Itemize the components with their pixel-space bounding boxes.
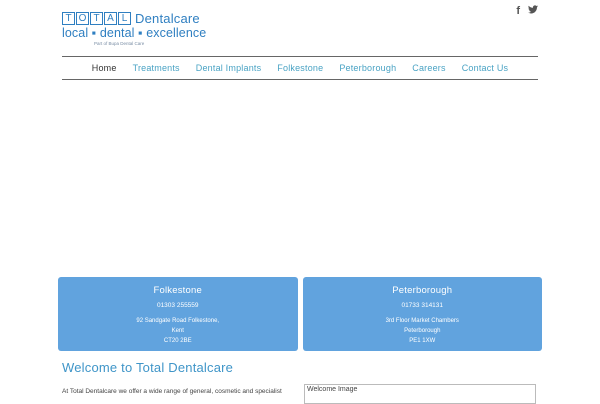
location-phone[interactable]: 01733 314131 xyxy=(303,302,543,309)
nav-contact-us[interactable]: Contact Us xyxy=(454,63,517,73)
location-title: Folkestone xyxy=(153,285,202,296)
nav-dental-implants[interactable]: Dental Implants xyxy=(188,63,270,73)
nav-treatments[interactable]: Treatments xyxy=(125,63,188,73)
logo-letter: L xyxy=(118,11,131,25)
logo-letter: T xyxy=(62,11,75,25)
welcome-intro-text: At Total Dentalcare we offer a wide rang… xyxy=(62,388,282,395)
nav-careers[interactable]: Careers xyxy=(404,63,453,73)
logo-letter: A xyxy=(104,11,117,25)
site-logo[interactable]: T O T A L Dentalcare local ▪ dental ▪ ex… xyxy=(62,11,207,47)
location-title: Peterborough xyxy=(392,285,453,296)
location-cards: Folkestone 01303 255559 92 Sandgate Road… xyxy=(58,277,542,351)
address-line: Peterborough xyxy=(404,328,441,334)
location-card-peterborough[interactable]: Peterborough 01733 314131 3rd Floor Mark… xyxy=(302,277,543,351)
address-line: 92 Sandgate Road Folkestone, xyxy=(136,318,220,324)
logo-part-of: Part of Bupa Dental Care xyxy=(94,41,145,46)
location-card-folkestone[interactable]: Folkestone 01303 255559 92 Sandgate Road… xyxy=(58,277,298,351)
logo-wordmark: T O T A L Dentalcare xyxy=(62,11,200,26)
logo-dentalcare: Dentalcare xyxy=(135,10,200,26)
location-address: 3rd Floor Market Chambers Peterborough P… xyxy=(303,316,543,346)
social-links: f xyxy=(516,5,538,17)
address-line: CT20 2BE xyxy=(163,338,192,344)
logo-letter: T xyxy=(90,11,103,25)
location-address: 92 Sandgate Road Folkestone, Kent CT20 2… xyxy=(58,316,298,346)
logo-tagline: local ▪ dental ▪ excellence xyxy=(62,26,207,40)
welcome-image: Welcome Image xyxy=(304,384,536,404)
nav-home[interactable]: Home xyxy=(84,63,125,73)
address-line: 3rd Floor Market Chambers xyxy=(385,318,459,324)
welcome-heading: Welcome to Total Dentalcare xyxy=(62,360,234,375)
location-phone[interactable]: 01303 255559 xyxy=(58,302,298,309)
logo-letter: O xyxy=(76,11,89,25)
address-line: PE1 1XW xyxy=(409,338,436,344)
address-line: Kent xyxy=(171,328,184,334)
nav-folkestone[interactable]: Folkestone xyxy=(269,63,331,73)
facebook-icon[interactable]: f xyxy=(516,5,520,17)
main-nav: Home Treatments Dental Implants Folkesto… xyxy=(62,56,538,80)
logo-total: T O T A L xyxy=(62,11,132,25)
twitter-icon[interactable] xyxy=(528,5,538,17)
nav-peterborough[interactable]: Peterborough xyxy=(331,63,404,73)
